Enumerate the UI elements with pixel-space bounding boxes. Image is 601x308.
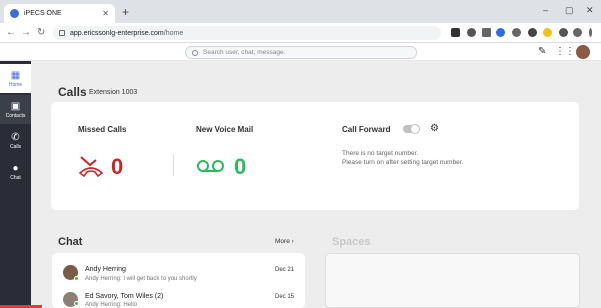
search-input[interactable]: Search user, chat, message.: [185, 46, 417, 59]
tab-close-icon[interactable]: ✕: [102, 9, 109, 18]
more-label: More: [275, 238, 290, 245]
emoji-icon[interactable]: [543, 28, 552, 37]
new-tab-button[interactable]: +: [122, 5, 129, 19]
puzzle-icon[interactable]: [559, 28, 568, 37]
close-window-button[interactable]: ✕: [586, 5, 594, 16]
sidebar-item-label: Contacts: [5, 112, 26, 119]
call-forward-label: Call Forward: [342, 125, 391, 134]
browser-tabstrip: iPECS ONE ✕ + – ▢ ✕: [0, 0, 601, 23]
spaces-section-title: Spaces: [332, 236, 371, 248]
maximize-button[interactable]: ▢: [565, 5, 574, 16]
reload-icon[interactable]: ↻: [37, 27, 45, 38]
chat-item-date: Dec 15: [275, 294, 295, 300]
extension-icon[interactable]: [512, 28, 521, 37]
chat-item-preview: Andy Herring: Hello: [85, 302, 138, 308]
key-icon[interactable]: [467, 28, 476, 37]
presence-badge: [74, 276, 79, 281]
minimize-button[interactable]: –: [543, 5, 548, 15]
sidebar-item-chat[interactable]: ● Chat: [0, 157, 31, 186]
missed-calls-label: Missed Calls: [78, 125, 127, 134]
calls-card: [51, 102, 579, 210]
sidebar: ▦ Home ▣ Contacts ✆ Calls ● Chat: [0, 61, 31, 308]
url-path: /home: [163, 29, 184, 37]
extension-label: Extension 1003: [89, 89, 138, 96]
voicemail-icon: [197, 160, 224, 172]
phone-icon: ✆: [11, 131, 20, 143]
chat-item-date: Dec 21: [275, 267, 295, 273]
sidebar-item-contacts[interactable]: ▣ Contacts: [0, 95, 31, 124]
missed-call-icon: [78, 156, 104, 177]
apps-grid-icon[interactable]: ⋮⋮: [555, 46, 575, 57]
grid-icon: ▦: [10, 69, 21, 81]
compose-icon[interactable]: ✎: [538, 46, 546, 57]
star-icon[interactable]: [496, 28, 505, 37]
chat-item-name[interactable]: Andy Herring: [85, 266, 126, 273]
presence-badge: [74, 301, 79, 306]
spaces-panel: [325, 253, 580, 308]
app-header: Search user, chat, message. ✎ ⋮⋮: [0, 43, 601, 61]
menu-dots-icon[interactable]: [589, 28, 592, 37]
chat-item-name[interactable]: Ed Savory, Tom Wiles (2): [85, 293, 163, 300]
missed-calls-count[interactable]: 0: [111, 154, 123, 180]
chat-item-preview: Andy Herring: I will get back to you sho…: [85, 276, 197, 282]
lock-icon: [59, 30, 65, 36]
gear-icon[interactable]: ⚙: [430, 123, 439, 134]
chat-icon: ●: [12, 162, 19, 174]
profile-icon[interactable]: [573, 28, 582, 37]
divider: [173, 154, 174, 176]
page-title: Calls: [58, 85, 87, 99]
search-placeholder: Search user, chat, message.: [203, 49, 286, 56]
back-icon[interactable]: ←: [6, 27, 16, 38]
voicemail-count[interactable]: 0: [234, 154, 246, 180]
forward-info-line1: There is no target number.: [342, 150, 419, 157]
browser-address-bar: ← → ↻ app.ericssonlg-enterprise.com/home: [0, 23, 601, 43]
contacts-icon: ▣: [10, 100, 21, 112]
browser-tab[interactable]: iPECS ONE ✕: [4, 4, 115, 23]
url-input[interactable]: app.ericssonlg-enterprise.com/home: [53, 26, 441, 40]
avatar[interactable]: [576, 45, 590, 59]
sidebar-item-home[interactable]: ▦ Home: [0, 64, 31, 93]
sidebar-item-label: Home: [8, 81, 23, 88]
search-icon: [192, 49, 198, 56]
chat-section-title: Chat: [58, 236, 83, 248]
camera-icon[interactable]: [451, 28, 460, 37]
favicon-icon: [10, 9, 19, 18]
voicemail-label: New Voice Mail: [196, 125, 254, 134]
chevron-right-icon: ›: [291, 238, 294, 245]
sidebar-item-label: Chat: [10, 174, 21, 181]
chat-more-link[interactable]: More ›: [275, 238, 294, 245]
sidebar-item-label: Calls: [9, 143, 22, 150]
tab-title: iPECS ONE: [24, 10, 62, 17]
pencil-icon[interactable]: [528, 28, 537, 37]
toggle-knob[interactable]: [410, 124, 420, 134]
forward-info-line2: Please turn on after setting target numb…: [342, 159, 464, 166]
url-host: app.ericssonlg-enterprise.com: [70, 29, 164, 37]
forward-icon[interactable]: →: [21, 27, 31, 38]
share-icon[interactable]: [482, 28, 491, 37]
sidebar-item-calls[interactable]: ✆ Calls: [0, 126, 31, 155]
